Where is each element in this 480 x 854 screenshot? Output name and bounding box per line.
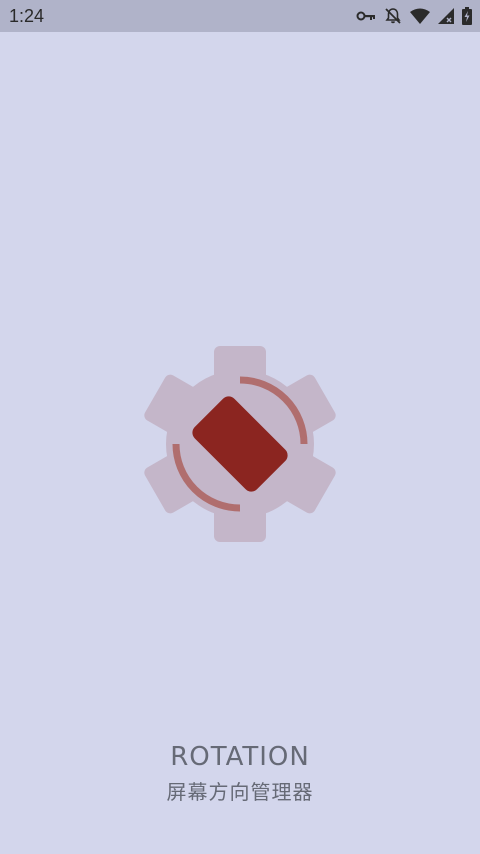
wifi-icon [410,8,430,24]
status-icons [356,6,472,26]
app-subtitle: 屏幕方向管理器 [166,780,314,804]
battery-charging-icon [462,7,472,25]
status-bar: 1:24 [0,0,480,32]
cell-signal-icon [438,8,454,24]
app-name: ROTATION [170,742,310,772]
vpn-key-icon [356,10,376,22]
rotation-gear-logo-icon [136,340,344,548]
status-time: 1:24 [9,6,45,26]
notifications-off-icon [384,7,402,25]
